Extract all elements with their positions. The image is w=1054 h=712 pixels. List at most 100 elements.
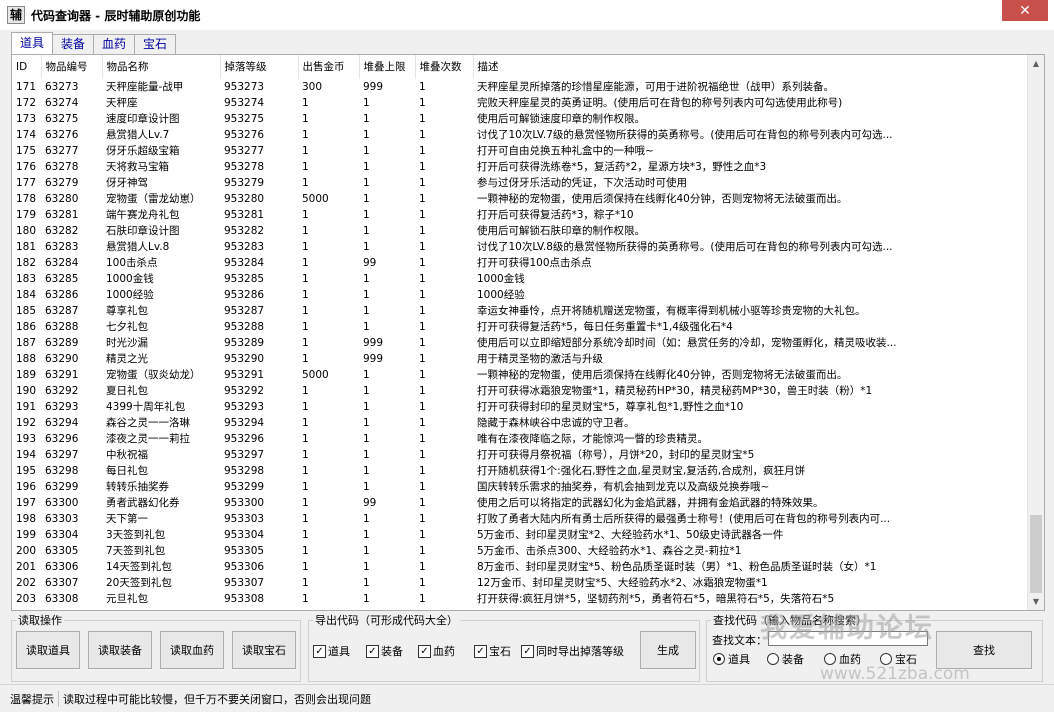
column-header[interactable]: 物品名称 <box>102 55 221 79</box>
table-cell: 1 <box>419 305 426 317</box>
column-header[interactable]: 堆叠次数 <box>415 55 474 79</box>
table-row[interactable]: 190 63292 夏日礼包 953292 1 1 1 打开可获得冰霜狼宠物蛋*1，精灵秘药H… <box>12 383 1028 399</box>
search-items-radio[interactable]: 道具 <box>713 651 750 667</box>
table-cell: 1 <box>302 353 309 365</box>
tab-equipment[interactable]: 装备 <box>52 34 95 54</box>
table-cell: 1 <box>302 257 309 269</box>
table-row[interactable]: 188 63290 精灵之光 953290 1 999 1 用于精灵圣物的激活与升级 <box>12 351 1028 367</box>
status-label: 温馨提示 <box>0 690 59 707</box>
table-row[interactable]: 184 63286 1000经验 953286 1 1 1 1000经验 <box>12 287 1028 303</box>
table-cell: 1 <box>419 337 426 349</box>
table-cell: 1 <box>302 529 309 541</box>
table-cell: 打开可获得月祭祝福（称号），月饼*20，封印的星灵财宝*5 <box>477 449 755 461</box>
table-row[interactable]: 171 63273 天秤座能量-战甲 953273 300 999 1 天秤座星灵所掉落的珍惜… <box>12 79 1028 95</box>
close-button[interactable]: ✕ <box>1002 0 1048 21</box>
table-row[interactable]: 176 63278 天将救马宝箱 953278 1 1 1 打开后可获得洗练卷*5，复活药*2… <box>12 159 1028 175</box>
read-items-button[interactable]: 读取道具 <box>16 631 80 669</box>
table-cell: 1 <box>363 177 370 189</box>
vertical-scrollbar[interactable]: ▲ ▼ <box>1027 55 1044 610</box>
table-cell: 1 <box>302 481 309 493</box>
table-cell: 63278 <box>45 161 79 173</box>
table-row[interactable]: 178 63280 宠物蛋（雷龙幼崽） 953280 5000 1 1 一颗神秘的宠物蛋，使用… <box>12 191 1028 207</box>
table-cell: 打开获得:疯狂月饼*5，坚韧药剂*5，勇者符石*5，暗黑符石*5，失落符石*5 <box>477 593 835 605</box>
column-header[interactable]: 堆叠上限 <box>359 55 416 79</box>
table-cell: 一颗神秘的宠物蛋，使用后须保持在线孵化40分钟，否则宠物将无法破蛋而出。 <box>477 193 848 205</box>
table-row[interactable]: 201 63306 14天签到礼包 953306 1 1 1 8万金币、封印星灵财宝*5、粉色… <box>12 559 1028 575</box>
table-row[interactable]: 192 63294 森谷之灵一一洛琳 953294 1 1 1 隐藏于森林峡谷中忠诚的守卫者。 <box>12 415 1028 431</box>
table-cell: 端午赛龙舟礼包 <box>106 209 180 221</box>
table-cell: 63279 <box>45 177 79 189</box>
column-header[interactable]: 描述 <box>473 55 1029 79</box>
table-row[interactable]: 183 63285 1000金钱 953285 1 1 1 1000金钱 <box>12 271 1028 287</box>
table-row[interactable]: 197 63300 勇者武器幻化券 953300 1 99 1 使用之后可以将指定的武器幻化为… <box>12 495 1028 511</box>
table-row[interactable]: 181 63283 悬赏猎人Lv.8 953283 1 1 1 讨伐了10次LV.8级的悬赏怪… <box>12 239 1028 255</box>
table-row[interactable]: 195 63298 每日礼包 953298 1 1 1 打开随机获得1个:强化石,野性之血,星… <box>12 463 1028 479</box>
tab-gems[interactable]: 宝石 <box>134 34 177 54</box>
table-cell: 1 <box>419 577 426 589</box>
table-row[interactable]: 172 63274 天秤座 953274 1 1 1 完败天秤座星灵的英勇证明。(使用后可在背… <box>12 95 1028 111</box>
column-header[interactable]: 掉落等级 <box>220 55 299 79</box>
export-gems-checkbox[interactable]: ✓ 宝石 <box>474 643 511 659</box>
table-row[interactable]: 177 63279 伢牙神驾 953279 1 1 1 参与过伢牙乐活动的凭证，下次活动时可使… <box>12 175 1028 191</box>
export-drop-level-checkbox[interactable]: ✓ 同时导出掉落等级 <box>521 643 624 659</box>
table-cell: 63299 <box>45 481 79 493</box>
export-equipment-checkbox[interactable]: ✓ 装备 <box>366 643 403 659</box>
column-header[interactable]: 物品编号 <box>41 55 103 79</box>
export-potions-checkbox[interactable]: ✓ 血药 <box>418 643 455 659</box>
read-gems-button[interactable]: 读取宝石 <box>232 631 296 669</box>
search-equipment-radio[interactable]: 装备 <box>767 651 804 667</box>
table-cell: 200 <box>16 545 37 557</box>
table-cell: 1 <box>363 321 370 333</box>
table-cell: 953303 <box>224 513 265 525</box>
table-row[interactable]: 185 63287 尊享礼包 953287 1 1 1 幸运女神垂怜，点开将随机赠送宠物蛋，有… <box>12 303 1028 319</box>
table-cell: 63273 <box>45 81 79 93</box>
table-row[interactable]: 189 63291 宠物蛋（驭炎幼龙） 953291 5000 1 1 一颗神秘的宠物蛋，使用… <box>12 367 1028 383</box>
table-cell: 953293 <box>224 401 265 413</box>
table-row[interactable]: 174 63276 悬赏猎人Lv.7 953276 1 1 1 讨伐了10次LV.7级的悬赏怪… <box>12 127 1028 143</box>
table-row[interactable]: 194 63297 中秋祝福 953297 1 1 1 打开可获得月祭祝福（称号），月饼*20… <box>12 447 1028 463</box>
table-row[interactable]: 175 63277 伢牙乐超级宝箱 953277 1 1 1 打开可自由兑换五种礼盒中的一种哦… <box>12 143 1028 159</box>
table-row[interactable]: 203 63308 元旦礼包 953308 1 1 1 打开获得:疯狂月饼*5，坚韧药剂*5，… <box>12 591 1028 607</box>
table-cell: 1 <box>419 593 426 605</box>
table-row[interactable]: 182 63284 100击杀点 953284 1 99 1 打开可获得100点击杀点 <box>12 255 1028 271</box>
read-equipment-button[interactable]: 读取装备 <box>88 631 152 669</box>
read-potions-button[interactable]: 读取血药 <box>160 631 224 669</box>
column-header[interactable]: ID <box>12 55 42 79</box>
table-row[interactable]: 187 63289 时光沙漏 953289 1 999 1 使用后可以立即缩短部分系统冷却时间… <box>12 335 1028 351</box>
table-row[interactable]: 193 63296 漆夜之灵一一莉拉 953296 1 1 1 唯有在漆夜降临之际，才能惊鸿一… <box>12 431 1028 447</box>
table-row[interactable]: 196 63299 转转乐抽奖券 953299 1 1 1 国庆转转乐需求的抽奖券，有机会抽到… <box>12 479 1028 495</box>
scroll-up-icon[interactable]: ▲ <box>1028 55 1044 72</box>
table-row[interactable]: 198 63303 天下第一 953303 1 1 1 打败了勇者大陆内所有勇士后所获得的最强… <box>12 511 1028 527</box>
table-cell: 速度印章设计图 <box>106 113 180 125</box>
table-cell: 953288 <box>224 321 265 333</box>
table-row[interactable]: 202 63307 20天签到礼包 953307 1 1 1 12万金币、封印星灵财宝*5、大… <box>12 575 1028 591</box>
generate-button[interactable]: 生成 <box>640 631 696 669</box>
table-row[interactable]: 186 63288 七夕礼包 953288 1 1 1 打开可获得复活药*5，每日任务重置卡*… <box>12 319 1028 335</box>
table-cell: 181 <box>16 241 37 253</box>
table-cell: 1 <box>363 209 370 221</box>
table-cell: 1 <box>419 225 426 237</box>
scroll-down-icon[interactable]: ▼ <box>1028 593 1044 610</box>
table-row[interactable]: 179 63281 端午赛龙舟礼包 953281 1 1 1 打开后可获得复活药*3，粽子*1… <box>12 207 1028 223</box>
table-cell: 7天签到礼包 <box>106 545 166 557</box>
table-row[interactable]: 200 63305 7天签到礼包 953305 1 1 1 5万金币、击杀点300、大经验药水… <box>12 543 1028 559</box>
table-cell: 1 <box>363 241 370 253</box>
read-group-legend: 读取操作 <box>18 614 62 627</box>
table-row[interactable]: 180 63282 石肤印章设计图 953282 1 1 1 使用后可解锁石肤印章的制作权限。 <box>12 223 1028 239</box>
table-cell: 63298 <box>45 465 79 477</box>
table-cell: 讨伐了10次LV.8级的悬赏怪物所获得的英勇称号。(使用后可在背包的称号列表内可… <box>477 241 893 253</box>
table-cell: 63286 <box>45 289 79 301</box>
tab-items[interactable]: 道具 <box>11 32 54 54</box>
table-cell: 1 <box>419 545 426 557</box>
export-items-checkbox[interactable]: ✓ 道具 <box>313 643 350 659</box>
table-row[interactable]: 191 63293 4399十周年礼包 953293 1 1 1 打开可获得封印的星灵财宝*5… <box>12 399 1028 415</box>
item-table[interactable]: ID 物品编号 物品名称 掉落等级 出售金币 堆叠上限 堆叠次数 描述 171 63273 天秤座… <box>11 54 1045 611</box>
table-row[interactable]: 199 63304 3天签到礼包 953304 1 1 1 5万金币、封印星灵财宝*2、大经验… <box>12 527 1028 543</box>
table-cell: 1 <box>363 529 370 541</box>
table-cell: 一颗神秘的宠物蛋，使用后须保持在线孵化40分钟，否则宠物将无法破蛋而出。 <box>477 369 848 381</box>
table-cell: 953279 <box>224 177 265 189</box>
tab-potions[interactable]: 血药 <box>93 34 136 54</box>
column-header[interactable]: 出售金币 <box>298 55 360 79</box>
table-row[interactable]: 173 63275 速度印章设计图 953275 1 1 1 使用后可解锁速度印章的制作权限。 <box>12 111 1028 127</box>
scroll-thumb[interactable] <box>1030 515 1042 593</box>
